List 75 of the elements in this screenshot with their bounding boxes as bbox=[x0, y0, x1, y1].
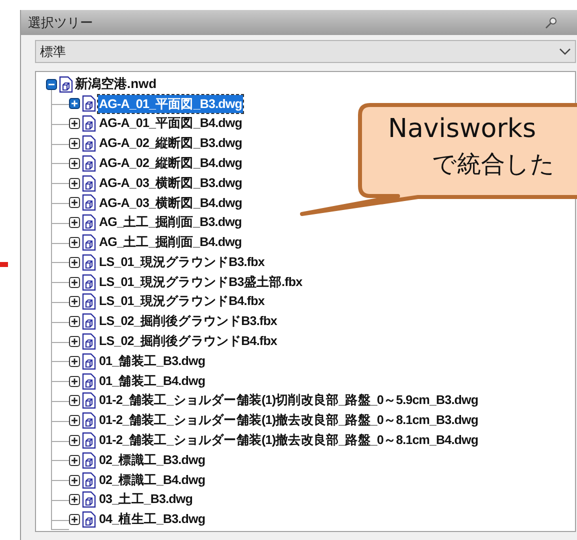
tree-item[interactable]: 02_標識工_B3.dwg bbox=[98, 450, 206, 470]
callout-text: で統合した bbox=[432, 150, 555, 180]
expand-icon[interactable] bbox=[69, 158, 80, 169]
tree-item[interactable]: 03_土工_B3.dwg bbox=[98, 490, 194, 510]
expand-icon[interactable] bbox=[69, 474, 80, 486]
tree-item[interactable]: LS_02_掘削後グラウンドB4.fbx bbox=[98, 332, 278, 351]
expand-icon[interactable] bbox=[69, 494, 80, 506]
expand-icon[interactable] bbox=[69, 336, 80, 347]
expand-icon[interactable] bbox=[69, 296, 80, 308]
expand-icon[interactable] bbox=[69, 197, 80, 208]
tree-item[interactable]: AG-A_01_平面図_B3.dwg bbox=[98, 94, 243, 114]
tree-item[interactable]: 01_舗装工_B4.dwg bbox=[98, 372, 206, 390]
expand-icon[interactable] bbox=[69, 395, 80, 406]
file-icon bbox=[82, 134, 96, 152]
tree-item[interactable]: 02_標識工_B4.dwg bbox=[98, 470, 206, 490]
tree-item[interactable]: AG-A_01_平面図_B4.dwg bbox=[98, 114, 243, 134]
file-icon bbox=[82, 452, 96, 469]
chevron-down-icon bbox=[559, 48, 571, 56]
tree-item[interactable]: 01-2_舗装工_ショルダー舗装(1)撤去改良部_路盤_0～8.1cm_B4.dwg bbox=[98, 431, 480, 450]
file-icon bbox=[82, 392, 96, 410]
expand-icon[interactable] bbox=[69, 316, 80, 328]
file-icon bbox=[82, 115, 96, 132]
file-icon bbox=[82, 352, 96, 370]
expand-icon[interactable] bbox=[69, 514, 80, 526]
file-icon bbox=[82, 95, 96, 112]
file-icon bbox=[82, 491, 96, 508]
expand-icon[interactable] bbox=[69, 454, 80, 466]
file-icon bbox=[82, 472, 96, 489]
tree-item[interactable]: AG_土工_掘削面_B4.dwg bbox=[98, 233, 243, 252]
expand-icon[interactable] bbox=[69, 178, 80, 189]
callout-text: Navisworks bbox=[388, 113, 536, 146]
file-icon bbox=[82, 154, 96, 172]
tree-item[interactable]: AG-A_03_横断図_B4.dwg bbox=[98, 194, 243, 212]
tree-item[interactable]: 01-2_舗装工_ショルダー舗装(1)切削改良部_路盤_0～5.9cm_B3.dwg bbox=[98, 391, 480, 410]
expand-icon[interactable] bbox=[69, 415, 80, 426]
file-icon bbox=[82, 194, 96, 212]
tree-item[interactable]: 新潟空港.nwd bbox=[75, 74, 157, 94]
expand-icon[interactable] bbox=[69, 217, 80, 228]
expand-icon[interactable] bbox=[69, 356, 80, 367]
file-icon bbox=[82, 332, 96, 350]
file-icon bbox=[82, 274, 96, 291]
file-icon bbox=[82, 234, 96, 251]
expand-icon[interactable] bbox=[69, 256, 80, 268]
file-icon bbox=[82, 174, 96, 192]
expand-icon[interactable] bbox=[69, 98, 80, 110]
file-icon bbox=[82, 412, 96, 430]
panel-title: 選択ツリー bbox=[28, 14, 93, 32]
expand-icon[interactable] bbox=[69, 276, 80, 288]
tree-item[interactable]: LS_02_掘削後グラウンドB3.fbx bbox=[98, 312, 278, 332]
expand-icon[interactable] bbox=[69, 376, 80, 387]
collapse-icon[interactable] bbox=[46, 78, 57, 90]
expand-icon[interactable] bbox=[69, 118, 80, 130]
file-icon bbox=[82, 214, 96, 232]
file-icon bbox=[82, 313, 96, 330]
tree-item[interactable]: AG-A_02_縦断図_B4.dwg bbox=[98, 154, 243, 173]
file-icon bbox=[82, 432, 96, 449]
file-icon bbox=[82, 254, 96, 271]
file-icon bbox=[82, 511, 96, 528]
file-icon bbox=[59, 76, 73, 92]
tree-item[interactable]: 01-2_舗装工_ショルダー舗装(1)撤去改良部_路盤_0～8.1cm_B3.dwg bbox=[98, 411, 480, 430]
bookmark-marker bbox=[0, 262, 8, 267]
tree-item[interactable]: 04_植生工_B3.dwg bbox=[98, 510, 206, 529]
expand-icon[interactable] bbox=[69, 138, 80, 149]
expand-icon[interactable] bbox=[69, 434, 80, 446]
tree-item[interactable]: LS_01_現況グラウンドB4.fbx bbox=[98, 292, 266, 312]
tree-item[interactable]: AG_土工_掘削面_B3.dwg bbox=[98, 213, 243, 232]
tree-item[interactable]: LS_01_現況グラウンドB3盛土部.fbx bbox=[98, 272, 304, 292]
file-icon bbox=[82, 372, 96, 390]
tree-item[interactable]: LS_01_現況グラウンドB3.fbx bbox=[98, 252, 266, 272]
tree-item[interactable]: 01_舗装工_B3.dwg bbox=[98, 352, 206, 371]
tree-item[interactable]: AG-A_02_縦断図_B3.dwg bbox=[98, 134, 243, 153]
file-icon bbox=[82, 293, 96, 310]
view-dropdown[interactable]: 標準 bbox=[35, 40, 576, 63]
tree-item[interactable]: AG-A_03_横断図_B3.dwg bbox=[98, 174, 243, 192]
expand-icon[interactable] bbox=[69, 236, 80, 248]
